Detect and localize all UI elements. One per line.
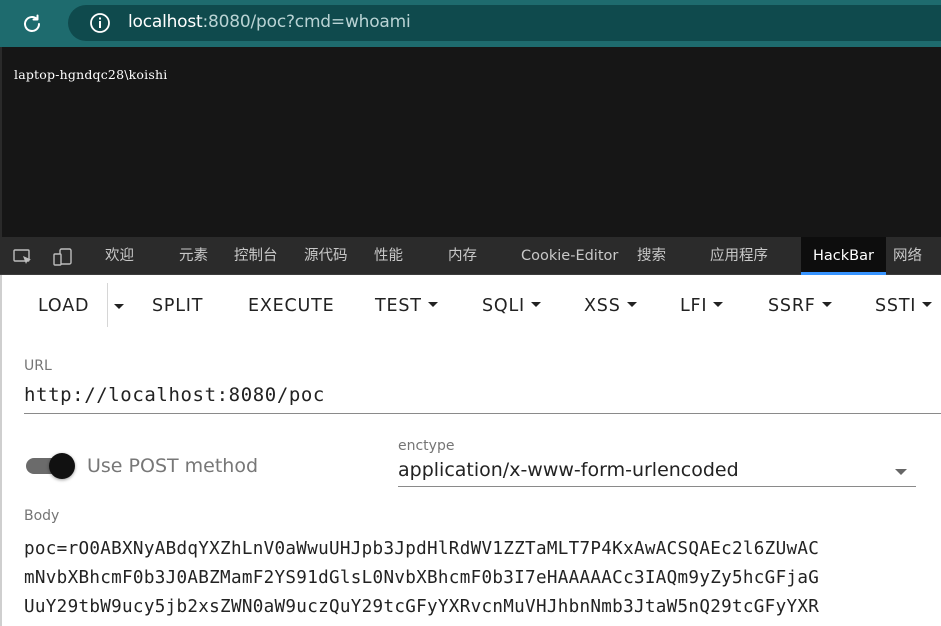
tab-sources[interactable]: 源代码 [304, 237, 348, 275]
address-url[interactable]: localhost:8080/poc?cmd=whoami [128, 12, 411, 32]
chevron-down-icon [713, 301, 724, 307]
inspect-element-icon[interactable] [12, 247, 34, 267]
split-button[interactable]: SPLIT [152, 296, 203, 316]
xss-menu-label: XSS [584, 296, 621, 316]
chevron-down-icon [922, 301, 933, 307]
page-viewport: laptop-hgndqc28\koishi [0, 47, 941, 237]
tab-performance[interactable]: 性能 [374, 237, 403, 275]
enctype-select[interactable]: application/x-www-form-urlencoded [398, 457, 916, 487]
url-field-label: URL [24, 358, 52, 374]
ssti-menu-button[interactable]: SSTI [875, 296, 933, 316]
command-output: laptop-hgndqc28\koishi [14, 67, 168, 82]
ssrf-menu-button[interactable]: SSRF [768, 296, 832, 316]
chevron-down-icon [626, 301, 637, 307]
execute-button[interactable]: EXECUTE [248, 296, 334, 316]
info-icon[interactable] [88, 11, 112, 35]
body-line: poc=rO0ABXNyABdqYXZhLnV0aWwuUHJpb3JpdHlR… [24, 539, 820, 559]
body-line: UuY29tbW9ucy5jb2xsZWN0aW9uczQuY29tcGFyYX… [24, 597, 820, 617]
tab-network[interactable]: 网络 [893, 237, 922, 275]
url-input[interactable]: http://localhost:8080/poc [24, 384, 941, 414]
address-path: :8080/poc?cmd=whoami [202, 12, 411, 32]
chevron-down-icon [427, 301, 438, 307]
body-line: mNvbXBhcmF0b3J0ABZMamF2YS91dGlsL0NvbXBhc… [24, 568, 820, 588]
test-menu-button[interactable]: TEST [375, 296, 438, 316]
body-field-label: Body [24, 508, 60, 524]
enctype-selected-value: application/x-www-form-urlencoded [398, 459, 739, 481]
tab-search[interactable]: 搜索 [637, 237, 666, 275]
load-button[interactable]: LOAD [38, 296, 89, 316]
load-divider [107, 283, 108, 327]
enctype-label: enctype [398, 438, 455, 454]
devtools-tab-bar: 欢迎 元素 控制台 源代码 性能 内存 Cookie-Editor 搜索 应用程… [0, 237, 941, 275]
toggle-thumb [49, 453, 75, 479]
hackbar-toolbar: LOAD SPLIT EXECUTE TEST SQLI XSS LFI SSR… [0, 275, 941, 339]
sqli-menu-label: SQLI [482, 296, 525, 316]
tab-application[interactable]: 应用程序 [710, 237, 768, 275]
hackbar-form: URL http://localhost:8080/poc Use POST m… [0, 339, 941, 626]
browser-toolbar: localhost:8080/poc?cmd=whoami [0, 0, 941, 47]
lfi-menu-button[interactable]: LFI [680, 296, 724, 316]
load-menu-caret-icon[interactable] [114, 304, 124, 309]
post-method-toggle[interactable] [26, 452, 76, 480]
tab-cookie-editor[interactable]: Cookie-Editor [521, 237, 618, 275]
chevron-down-icon [821, 301, 832, 307]
xss-menu-button[interactable]: XSS [584, 296, 637, 316]
ssrf-menu-label: SSRF [768, 296, 816, 316]
sqli-menu-button[interactable]: SQLI [482, 296, 541, 316]
chevron-down-icon [895, 469, 907, 475]
address-host: localhost [128, 12, 203, 32]
ssti-menu-label: SSTI [875, 296, 917, 316]
test-menu-label: TEST [375, 296, 422, 316]
lfi-menu-label: LFI [680, 296, 708, 316]
device-emulation-icon[interactable] [52, 247, 74, 267]
chevron-down-icon [531, 301, 541, 307]
reload-icon[interactable] [17, 9, 47, 39]
tab-hackbar[interactable]: HackBar [801, 237, 886, 275]
tab-console[interactable]: 控制台 [234, 237, 278, 275]
tab-memory[interactable]: 内存 [448, 237, 477, 275]
tab-elements[interactable]: 元素 [179, 237, 208, 275]
body-textarea[interactable]: poc=rO0ABXNyABdqYXZhLnV0aWwuUHJpb3JpdHlR… [24, 535, 941, 626]
tab-welcome[interactable]: 欢迎 [105, 237, 134, 275]
post-method-label: Use POST method [87, 455, 259, 477]
